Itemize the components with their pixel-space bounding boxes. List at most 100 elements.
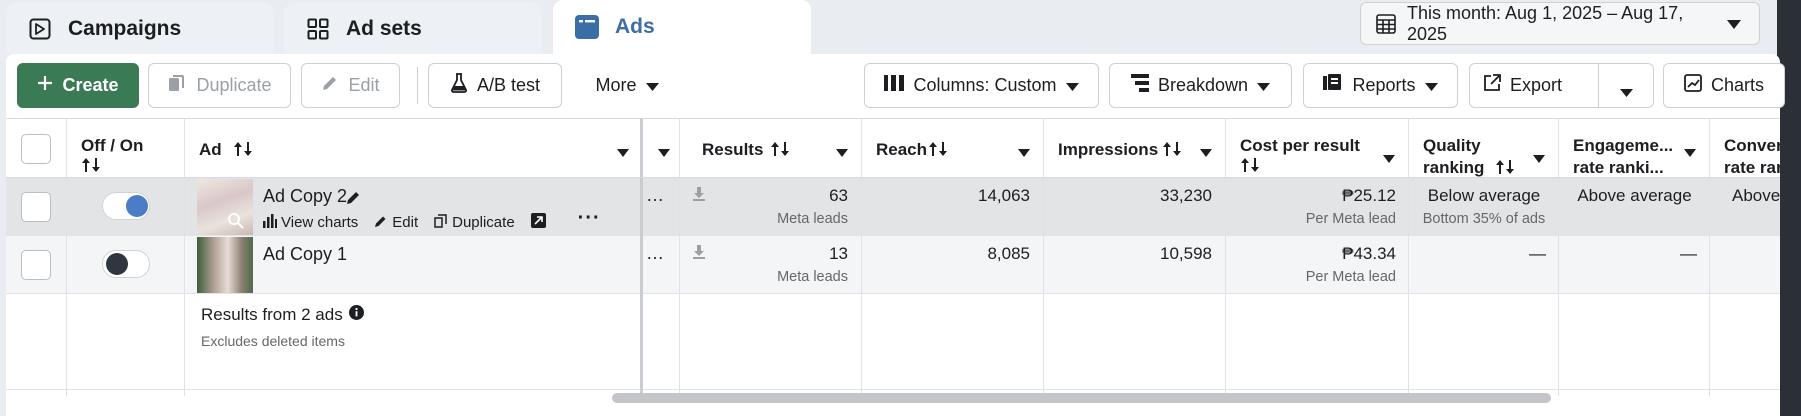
ad-thumbnail[interactable] [197, 179, 253, 235]
header-quality-ranking[interactable]: Quality ranking [1409, 119, 1559, 178]
select-all-checkbox[interactable] [21, 134, 51, 164]
flag-icon [26, 15, 54, 43]
header-off-on[interactable]: Off / On [67, 119, 185, 178]
sort-icon [81, 157, 101, 177]
toggle-knob [126, 195, 148, 217]
chevron-down-icon[interactable] [1684, 142, 1696, 162]
ad-name[interactable]: Ad Copy 1 [263, 244, 347, 265]
view-charts-link[interactable]: View charts [281, 214, 358, 231]
chevron-down-icon[interactable] [1620, 81, 1633, 102]
cost-subtext: Per Meta lead [1305, 269, 1396, 285]
breakdown-button[interactable]: Breakdown [1109, 63, 1292, 108]
tab-campaigns[interactable]: Campaigns [6, 3, 274, 54]
ad-window-icon [573, 13, 601, 41]
tab-label: Ads [615, 15, 655, 38]
header-engagement-ranking[interactable]: Engageme... rate ranki... [1559, 119, 1710, 178]
chevron-down-icon[interactable] [1383, 148, 1395, 168]
quality-subtext: Bottom 35% of ads [1422, 211, 1546, 227]
edit-link[interactable]: Edit [392, 214, 418, 231]
duplicate-link[interactable]: Duplicate [452, 214, 515, 231]
more-button[interactable]: More [577, 63, 677, 108]
magnifier-icon [227, 212, 245, 235]
duplicate-label: Duplicate [196, 75, 272, 95]
duplicate-icon [167, 73, 187, 98]
results-value: 63 [829, 186, 848, 205]
chevron-down-icon[interactable] [1200, 142, 1212, 162]
quality-value: — [1529, 244, 1546, 263]
pencil-icon [321, 74, 339, 97]
breakdown-label: Breakdown [1157, 75, 1249, 95]
tab-label: Campaigns [68, 16, 182, 40]
tab-ad-sets[interactable]: Ad sets [284, 3, 542, 54]
header-results[interactable]: Results [680, 119, 862, 178]
reports-label: Reports [1352, 75, 1416, 95]
tab-label: Ad sets [346, 16, 422, 40]
row-checkbox[interactable] [21, 250, 51, 280]
sort-icon [770, 141, 790, 161]
split-divider [1598, 64, 1599, 107]
header-ad[interactable]: Ad [185, 119, 643, 178]
header-cost-per-result[interactable]: Cost per result [1226, 119, 1409, 178]
pencil-icon[interactable] [346, 189, 362, 210]
row-checkbox[interactable] [21, 192, 51, 222]
ad-toggle[interactable] [102, 192, 150, 220]
columns-button[interactable]: Columns: Custom [864, 63, 1099, 108]
row-actions: View charts Edit Duplicate ··· [263, 207, 601, 232]
export-label: Export [1510, 75, 1563, 95]
header-impressions[interactable]: Impressions [1044, 119, 1226, 178]
export-icon [1483, 74, 1501, 97]
chevron-down-icon [645, 75, 659, 96]
charts-label: Charts [1710, 75, 1764, 95]
chevron-down-icon[interactable] [836, 142, 848, 162]
header-label: Convers [1724, 136, 1780, 155]
flask-icon [450, 73, 468, 98]
engagement-value: — [1680, 244, 1697, 263]
ad-toggle[interactable] [102, 250, 150, 278]
reach-value: 8,085 [987, 244, 1030, 263]
header-label: Reach [876, 140, 928, 159]
header-label: Results [702, 140, 764, 159]
ab-test-button[interactable]: A/B test [428, 63, 562, 108]
cost-value: ₱25.12 [1342, 186, 1396, 205]
sort-icon [1162, 141, 1182, 161]
horizontal-scrollbar[interactable] [612, 393, 1551, 403]
ads-panel: Create Duplicate Edit A/B test More Colu… [6, 54, 1785, 416]
export-button[interactable]: Export [1469, 63, 1654, 108]
chevron-down-icon[interactable] [658, 142, 670, 162]
columns-icon [884, 75, 905, 96]
ads-table: Off / On Ad Results Reach Impressions Co [6, 118, 1780, 416]
header-collapsed[interactable] [643, 119, 680, 178]
impressions-value: 10,598 [1160, 244, 1212, 263]
info-icon[interactable] [348, 305, 364, 325]
ad-thumbnail[interactable] [197, 237, 253, 293]
columns-label: Columns: Custom [913, 75, 1057, 95]
header-label: rate ranki... [1573, 158, 1664, 177]
more-options-icon[interactable]: ··· [578, 207, 601, 230]
reports-icon [1323, 74, 1343, 97]
header-label: Cost per result [1240, 136, 1360, 155]
truncated-ellipsis: … [646, 185, 664, 205]
create-label: Create [62, 75, 119, 95]
grid-icon [304, 15, 332, 43]
header-conversion-ranking[interactable]: Convers rate ran [1710, 119, 1780, 178]
chevron-down-icon[interactable] [1533, 148, 1545, 168]
edit-button[interactable]: Edit [301, 63, 400, 108]
sort-icon [1240, 157, 1260, 177]
chevron-down-icon[interactable] [1018, 142, 1030, 162]
create-button[interactable]: Create [17, 63, 139, 108]
charts-button[interactable]: Charts [1663, 63, 1785, 108]
duplicate-button[interactable]: Duplicate [148, 63, 291, 108]
header-label: rate ran [1724, 158, 1780, 177]
ad-name[interactable]: Ad Copy 2 [263, 186, 347, 207]
header-reach[interactable]: Reach [862, 119, 1044, 178]
summary-title: Results from 2 ads [201, 305, 364, 325]
level-tabs: Campaigns Ad sets Ads This month: Aug 1,… [0, 0, 1780, 54]
tab-ads[interactable]: Ads [553, 0, 811, 54]
calendar-icon [1375, 13, 1397, 35]
toolbar: Create Duplicate Edit A/B test More Colu… [17, 63, 1785, 108]
chart-icon [1684, 74, 1702, 97]
chevron-down-icon[interactable] [617, 142, 629, 162]
date-range-picker[interactable]: This month: Aug 1, 2025 – Aug 17, 2025 [1360, 2, 1760, 45]
reports-button[interactable]: Reports [1303, 63, 1458, 108]
open-external-icon[interactable] [530, 213, 546, 232]
